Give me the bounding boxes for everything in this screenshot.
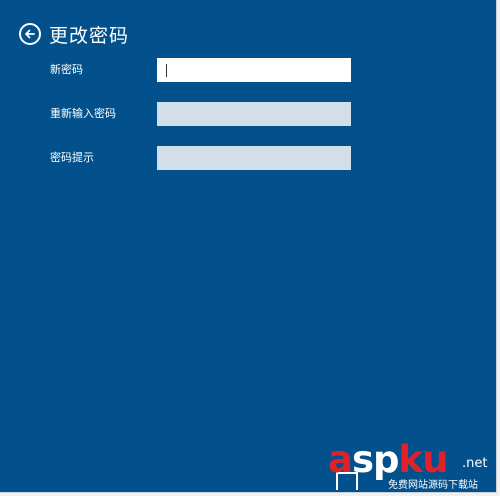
password-hint-row: 密码提示: [0, 146, 496, 170]
new-password-label: 新密码: [50, 63, 83, 76]
watermark-brand-sp: sp: [351, 438, 400, 481]
confirm-password-label: 重新输入密码: [50, 107, 116, 120]
change-password-panel: 更改密码 新密码 重新输入密码 密码提示: [0, 0, 497, 493]
watermark-subtitle: 免费网站源码下载站: [388, 476, 478, 491]
back-button[interactable]: [19, 23, 41, 45]
page-header: 更改密码: [19, 20, 129, 48]
new-password-row: 新密码: [0, 58, 496, 82]
password-hint-label: 密码提示: [50, 151, 94, 164]
text-caret: [166, 64, 167, 77]
watermark-tld: .net: [462, 456, 488, 471]
password-hint-input[interactable]: [157, 146, 351, 170]
watermark-brand-ku: ku: [398, 438, 448, 481]
window-frame: 更改密码 新密码 重新输入密码 密码提示 aspku .net 免费网站源码下载…: [0, 0, 500, 496]
page-title: 更改密码: [49, 24, 130, 47]
watermark-logo: aspku: [328, 438, 448, 481]
watermark-brand-a: a: [328, 438, 353, 481]
back-arrow-icon: [25, 29, 35, 39]
confirm-password-row: 重新输入密码: [0, 102, 496, 126]
new-password-input[interactable]: [157, 58, 351, 82]
confirm-password-input[interactable]: [157, 102, 351, 126]
